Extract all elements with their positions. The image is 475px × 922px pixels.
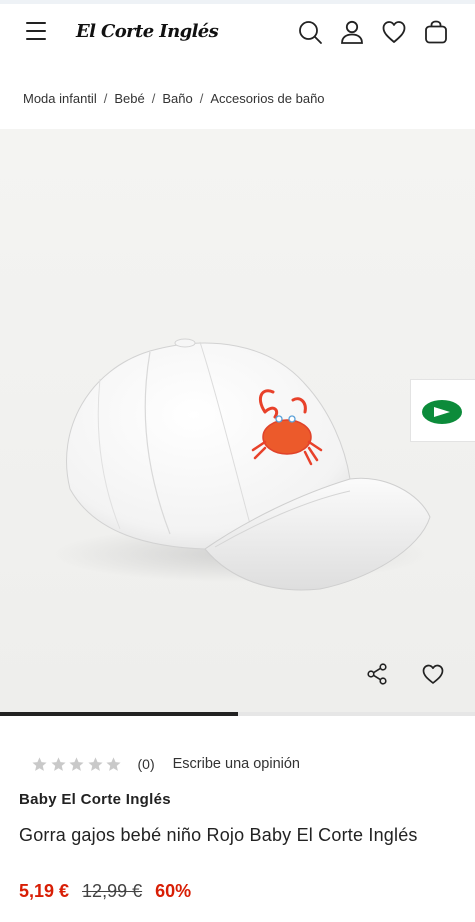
heart-icon[interactable] <box>380 18 408 46</box>
logo[interactable]: El Corte Inglés <box>76 18 219 46</box>
breadcrumb: Moda infantil / Bebé / Baño / Accesorios… <box>23 88 325 108</box>
product-image[interactable] <box>0 129 475 716</box>
star-icon <box>106 756 121 771</box>
heart-icon[interactable] <box>421 662 445 686</box>
product-gallery[interactable] <box>0 129 475 716</box>
share-icon[interactable] <box>365 662 389 686</box>
gallery-progress-fill <box>0 712 238 716</box>
star-icon <box>69 756 84 771</box>
shopping-bag-icon[interactable] <box>422 18 450 46</box>
product-brand[interactable]: Baby El Corte Inglés <box>19 791 171 808</box>
star-icon <box>32 756 47 771</box>
play-arrow-icon <box>422 400 462 424</box>
star-icon <box>50 756 66 771</box>
product-title: Gorra gajos bebé niño Rojo Baby El Corte… <box>19 825 418 845</box>
gallery-progress-bar <box>0 712 475 716</box>
breadcrumb-separator: / <box>103 90 108 106</box>
discount-badge: 60% <box>155 881 192 901</box>
breadcrumb-separator: / <box>199 90 204 106</box>
menu-icon[interactable] <box>26 22 48 40</box>
price-original: 12,99 € <box>82 881 143 901</box>
search-icon[interactable] <box>296 18 324 46</box>
user-icon[interactable] <box>338 18 366 46</box>
breadcrumb-item-accesorios-de-bano[interactable]: Accesorios de baño <box>210 91 324 106</box>
reviews-count[interactable]: (0) <box>138 756 155 772</box>
star-icon <box>87 756 103 771</box>
write-review-link[interactable]: Escribe una opinión <box>173 756 300 772</box>
site-header: El Corte Inglés <box>0 4 475 64</box>
rating-stars[interactable] <box>31 756 124 773</box>
breadcrumb-item-bano[interactable]: Baño <box>162 91 192 106</box>
price-block: 5,19 € 12,99 € 60% <box>19 881 191 905</box>
rating-summary: (0) Escribe una opinión <box>31 753 300 775</box>
breadcrumb-separator: / <box>151 90 156 106</box>
price-current: 5,19 € <box>19 881 70 901</box>
shopping-assistant-button[interactable] <box>410 379 475 442</box>
breadcrumb-item-moda-infantil[interactable]: Moda infantil <box>23 91 97 106</box>
breadcrumb-item-bebe[interactable]: Bebé <box>114 91 144 106</box>
